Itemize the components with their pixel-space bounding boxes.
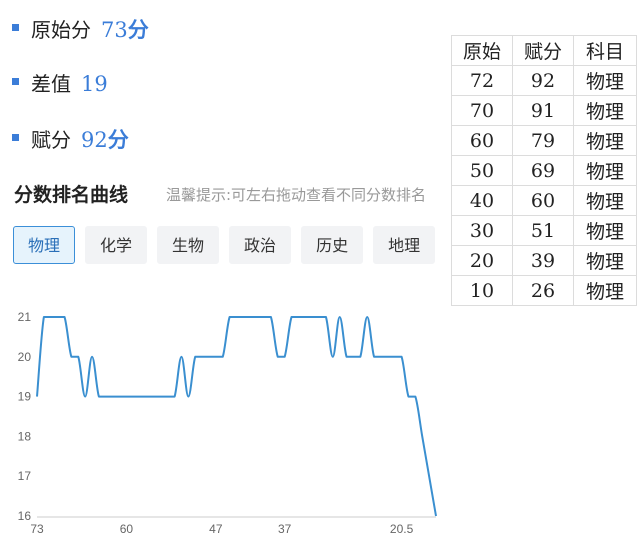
header-raw: 原始 <box>451 35 513 66</box>
y-tick-label: 21 <box>18 310 32 324</box>
tab-physics[interactable]: 物理 <box>13 226 76 264</box>
cell-raw: 60 <box>451 125 513 156</box>
cell-assigned: 39 <box>512 245 574 276</box>
table-row: 20 39 物理 <box>451 245 637 276</box>
y-tick-label: 16 <box>18 509 32 523</box>
assigned-score-label: 赋分 <box>31 128 71 152</box>
cell-raw: 20 <box>451 245 513 276</box>
cell-assigned: 79 <box>512 125 574 156</box>
x-tick-label: 37 <box>278 522 292 536</box>
assigned-score-value: 92 <box>81 128 108 152</box>
subject-tabs: 物理 化学 生物 政治 历史 地理 <box>13 226 445 264</box>
tab-history[interactable]: 历史 <box>301 226 364 264</box>
cell-raw: 10 <box>451 275 513 306</box>
tab-politics[interactable]: 政治 <box>229 226 292 264</box>
cell-subject: 物理 <box>573 125 637 156</box>
table-row: 70 91 物理 <box>451 95 637 126</box>
table-row: 10 26 物理 <box>451 275 637 306</box>
raw-score-row: 原始分 73 分 <box>12 14 149 44</box>
assigned-score-row: 赋分 92 分 <box>12 124 129 154</box>
bullet-icon <box>12 134 19 141</box>
table-row: 72 92 物理 <box>451 65 637 96</box>
x-tick-label: 20.5 <box>390 522 414 536</box>
y-tick-label: 19 <box>18 390 32 404</box>
difference-value: 19 <box>81 72 108 96</box>
tab-geography[interactable]: 地理 <box>373 226 436 264</box>
cell-subject: 物理 <box>573 95 637 126</box>
series-line <box>36 316 437 517</box>
cell-subject: 物理 <box>573 245 637 276</box>
drag-hint: 温馨提示:可左右拖动查看不同分数排名 <box>166 186 427 204</box>
header-assigned: 赋分 <box>512 35 574 66</box>
cell-raw: 30 <box>451 215 513 246</box>
x-tick-label: 47 <box>209 522 223 536</box>
bullet-icon <box>12 24 19 31</box>
x-tick-label: 73 <box>30 522 44 536</box>
cell-raw: 72 <box>451 65 513 96</box>
cell-subject: 物理 <box>573 185 637 216</box>
assigned-score-unit: 分 <box>107 128 129 152</box>
cell-raw: 70 <box>451 95 513 126</box>
section-title: 分数排名曲线 <box>14 184 129 206</box>
cell-assigned: 92 <box>512 65 574 96</box>
x-tick-label: 60 <box>120 522 134 536</box>
cell-subject: 物理 <box>573 155 637 186</box>
cell-assigned: 91 <box>512 95 574 126</box>
raw-score-unit: 分 <box>127 18 149 42</box>
score-rank-chart[interactable]: 21 20 19 18 17 16 73 60 47 37 20.5 <box>0 300 450 548</box>
cell-assigned: 60 <box>512 185 574 216</box>
cell-raw: 40 <box>451 185 513 216</box>
y-tick-label: 17 <box>18 469 32 483</box>
cell-subject: 物理 <box>573 275 637 306</box>
tab-biology[interactable]: 生物 <box>157 226 220 264</box>
table-row: 30 51 物理 <box>451 215 637 246</box>
table-row: 60 79 物理 <box>451 125 637 156</box>
raw-score-value: 73 <box>101 18 128 42</box>
cell-assigned: 51 <box>512 215 574 246</box>
header-subject: 科目 <box>573 35 637 66</box>
tab-chemistry[interactable]: 化学 <box>85 226 148 264</box>
cell-raw: 50 <box>451 155 513 186</box>
cell-assigned: 26 <box>512 275 574 306</box>
table-header-row: 原始 赋分 科目 <box>451 35 637 66</box>
cell-assigned: 69 <box>512 155 574 186</box>
table-row: 40 60 物理 <box>451 185 637 216</box>
difference-row: 差值 19 <box>12 68 108 97</box>
raw-score-label: 原始分 <box>31 18 91 42</box>
difference-label: 差值 <box>31 72 71 96</box>
bullet-icon <box>12 78 19 85</box>
cell-subject: 物理 <box>573 65 637 96</box>
table-row: 50 69 物理 <box>451 155 637 186</box>
score-conversion-table: 原始 赋分 科目 72 92 物理 70 91 物理 60 79 物理 50 69 物理 40 6… <box>451 35 637 306</box>
y-tick-label: 18 <box>18 429 32 443</box>
y-tick-label: 20 <box>18 350 32 364</box>
cell-subject: 物理 <box>573 215 637 246</box>
